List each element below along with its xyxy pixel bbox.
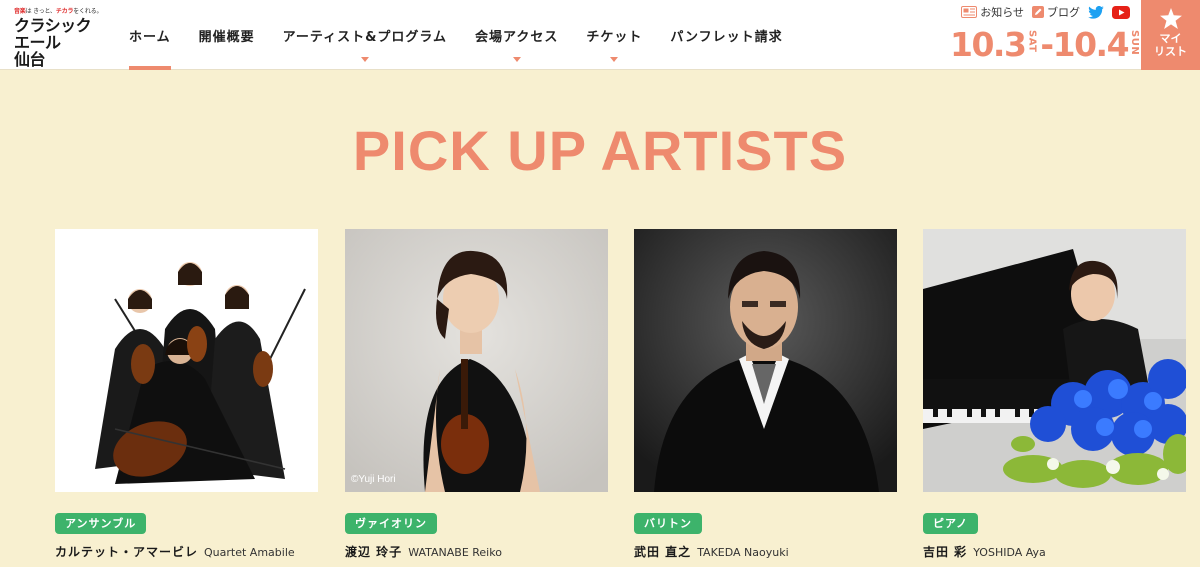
caret-down-icon xyxy=(512,57,521,62)
nav-label: パンフレット請求 xyxy=(670,29,783,45)
category-badge: ピアノ xyxy=(923,513,979,534)
nav-item-overview[interactable]: 開催概要 xyxy=(185,0,269,70)
caret-down-icon xyxy=(360,57,369,62)
nav-label: 開催概要 xyxy=(198,29,255,45)
artist-card[interactable]: アンサンブル カルテット・アマービレ Quartet Amabile xyxy=(55,229,318,559)
end-day: SUN xyxy=(1129,30,1141,56)
start-date: 10.3 xyxy=(950,25,1027,64)
pencil-icon xyxy=(1032,6,1044,18)
artist-name-en: Quartet Amabile xyxy=(204,546,295,559)
artist-card[interactable]: ピアノ 吉田 彩 YOSHIDA Aya xyxy=(923,229,1186,559)
category-badge: アンサンブル xyxy=(55,513,147,534)
tagline-part: チカラ xyxy=(55,8,74,15)
blog-label: ブログ xyxy=(1047,6,1080,19)
site-header: 音楽は きっと、チカラをくれる。 クラシック エール 仙台 ホーム 開催概要 ア… xyxy=(0,0,1200,70)
utility-links: お知らせ ブログ xyxy=(961,4,1130,20)
nav-item-tickets[interactable]: チケット xyxy=(572,0,656,70)
artist-name-en: WATANABE Reiko xyxy=(408,546,502,559)
artist-photo xyxy=(923,229,1186,492)
logo-line: 仙台 xyxy=(14,50,46,69)
nav-label: チケット xyxy=(586,29,643,45)
artist-photo: ©Yuji Hori xyxy=(345,229,608,492)
twitter-link[interactable] xyxy=(1088,5,1104,19)
artist-name: 吉田 彩 YOSHIDA Aya xyxy=(923,543,1046,560)
event-dates: 10.3 SAT -10.4 SUN xyxy=(950,28,1143,68)
category-badge: バリトン xyxy=(634,513,702,534)
artist-name-en: TAKEDA Naoyuki xyxy=(697,546,789,559)
artist-photo xyxy=(55,229,318,492)
nav-label: アーティスト&プログラム xyxy=(282,29,448,45)
start-day: SAT xyxy=(1026,30,1038,53)
artist-name: 武田 直之 TAKEDA Naoyuki xyxy=(634,543,789,560)
caret-down-icon xyxy=(610,57,619,62)
artist-name-jp: カルテット・アマービレ xyxy=(55,545,199,559)
artist-name: カルテット・アマービレ Quartet Amabile xyxy=(55,543,295,560)
star-icon xyxy=(1159,8,1182,29)
youtube-link[interactable] xyxy=(1112,5,1130,19)
my-list-label: マイ xyxy=(1159,32,1182,45)
photo-credit: ©Yuji Hori xyxy=(351,474,396,485)
site-logo[interactable]: 音楽は きっと、チカラをくれる。 クラシック エール 仙台 xyxy=(14,6,114,68)
logo-line: クラシック xyxy=(14,16,92,35)
section-title: PICK UP ARTISTS xyxy=(352,119,848,182)
category-badge: ヴァイオリン xyxy=(345,513,437,534)
blog-link[interactable]: ブログ xyxy=(1032,4,1080,20)
main-nav: ホーム 開催概要 アーティスト&プログラム 会場アクセス チケット パンフレット… xyxy=(115,0,797,70)
artist-name: 渡辺 玲子 WATANABE Reiko xyxy=(345,543,502,560)
news-label: お知らせ xyxy=(980,6,1024,19)
nav-label: 会場アクセス xyxy=(475,29,559,45)
my-list-label: リスト xyxy=(1154,45,1187,58)
nav-item-artists-program[interactable]: アーティスト&プログラム xyxy=(269,0,461,70)
artist-name-jp: 吉田 彩 xyxy=(923,545,968,559)
logo-brand: クラシック エール 仙台 xyxy=(14,17,114,68)
nav-item-venue-access[interactable]: 会場アクセス xyxy=(461,0,572,70)
logo-line: エール xyxy=(14,33,61,52)
end-date: -10.4 xyxy=(1040,25,1129,64)
tagline-part: は きっと、 xyxy=(25,8,56,15)
artist-name-en: YOSHIDA Aya xyxy=(973,546,1046,559)
logo-tagline: 音楽は きっと、チカラをくれる。 xyxy=(14,6,114,15)
youtube-icon xyxy=(1112,5,1130,19)
nav-label: ホーム xyxy=(129,29,171,45)
artist-name-jp: 渡辺 玲子 xyxy=(345,545,403,559)
tagline-part: をくれる。 xyxy=(73,8,103,15)
nav-item-home[interactable]: ホーム xyxy=(115,0,185,70)
twitter-icon xyxy=(1088,5,1104,19)
nav-item-pamphlet[interactable]: パンフレット請求 xyxy=(656,0,796,70)
artist-card[interactable]: バリトン 武田 直之 TAKEDA Naoyuki xyxy=(634,229,897,559)
news-link[interactable]: お知らせ xyxy=(961,4,1024,20)
artist-name-jp: 武田 直之 xyxy=(634,545,692,559)
artist-card[interactable]: ©Yuji Hori ヴァイオリン 渡辺 玲子 WATANABE Reiko xyxy=(345,229,608,559)
tagline-part: 音楽 xyxy=(14,8,26,15)
my-list-button[interactable]: マイ リスト xyxy=(1141,0,1200,70)
artist-photo xyxy=(634,229,897,492)
news-icon xyxy=(961,6,978,18)
